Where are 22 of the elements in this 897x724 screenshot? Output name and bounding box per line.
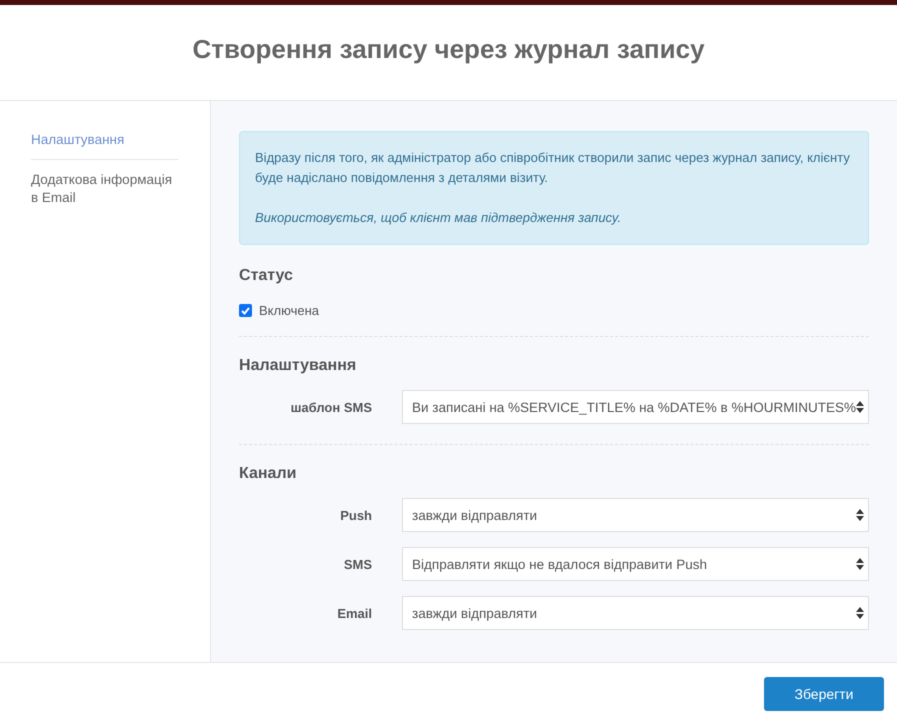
save-button[interactable]: Зберегти — [764, 676, 884, 710]
info-text: Відразу після того, як адміністратор або співробітник створили запис через журнал запису, клієнту буде надіслано повідомлення з деталями візиту. — [255, 149, 851, 187]
select-field[interactable]: Відправляти якщо не вдалося відправити Push — [402, 547, 869, 581]
field-label: Email — [336, 606, 374, 620]
dropdown-arrows-icon — [856, 401, 864, 413]
dropdown-arrows-icon — [856, 509, 864, 521]
section-heading: Налаштування — [239, 357, 358, 375]
checkbox[interactable] — [239, 304, 252, 317]
dropdown-arrows-icon — [856, 607, 864, 619]
sidebar-item[interactable]: Додаткова інформація в Email — [31, 159, 178, 217]
dialog-title: Створення запису через журнал запису — [192, 34, 705, 66]
section-heading: Статус — [239, 267, 294, 285]
info-note: Використовується, щоб клієнт мав підтвердження запису. — [255, 209, 622, 227]
select-field[interactable]: Ви записані на %SERVICE_TITLE% на %DATE% в %HOURMINUTES% — [402, 390, 869, 424]
checkbox-label: Включена — [259, 303, 319, 318]
select-field[interactable]: завжди відправляти — [402, 596, 869, 630]
dropdown-arrows-icon — [856, 558, 864, 570]
field-label: шаблон SMS — [290, 400, 374, 414]
select-field[interactable]: завжди відправляти — [402, 498, 869, 532]
field-label: SMS — [342, 556, 374, 572]
section-heading: Канали — [239, 465, 298, 483]
field-label: Push — [339, 508, 374, 522]
